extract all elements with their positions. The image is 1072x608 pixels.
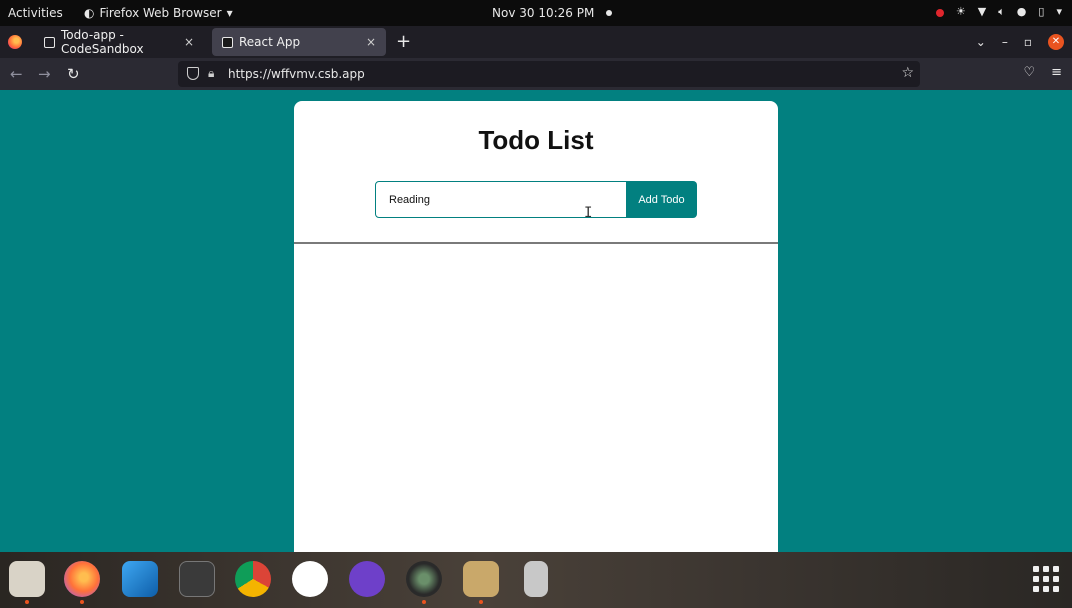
github-desktop-icon[interactable] [349,561,385,597]
dock [0,552,1072,608]
reload-icon[interactable]: ↻ [67,65,80,83]
tab-title: Todo-app - CodeSandbox [61,28,144,56]
firefox-icon[interactable] [64,561,100,597]
new-tab-button[interactable]: + [396,31,411,52]
notification-dot-icon [606,10,613,16]
minimize-icon[interactable]: – [1002,35,1008,49]
system-menu-chevron-icon: ▾ [1056,5,1062,18]
terminal-icon[interactable] [179,561,215,597]
list-all-tabs-icon[interactable]: ⌄ [976,35,986,49]
tab-react-app[interactable]: React App × [212,28,386,56]
pocket-icon[interactable]: ♡ [1023,65,1035,80]
lock-icon[interactable]: 🔒︎ [208,66,214,81]
system-top-bar: Activities ◐ Firefox Web Browser ▾ Nov 3… [0,0,1072,26]
wifi-icon: ▼ [977,5,987,18]
forward-icon[interactable]: → [38,65,51,83]
vscode-icon[interactable] [122,561,158,597]
tab-title: React App [239,35,301,49]
tab-close-icon[interactable]: × [184,35,194,49]
todo-card: Todo List Add Todo I [294,101,778,552]
window-close-icon[interactable]: ✕ [1048,34,1064,50]
running-indicator [422,600,426,604]
running-indicator [25,600,29,604]
chevron-down-icon: ▾ [226,6,233,20]
page-title: Todo List [478,125,594,155]
brightness-icon: ☀ [955,5,966,18]
running-indicator [80,600,84,604]
navigation-bar: ← → ↻ 🔒︎ https://wffvmv.csb.app ☆ ♡ ≡ [0,58,1072,90]
add-todo-button[interactable]: Add Todo [626,181,697,218]
archive-manager-icon[interactable] [463,561,499,597]
tab-strip: Todo-app - CodeSandbox × React App × + ⌄… [0,26,1072,58]
text-editor-icon[interactable] [524,561,548,597]
tracking-protection-shield-icon[interactable] [187,67,199,80]
volume-icon: 🔈︎ [998,5,1005,18]
restore-icon[interactable]: ▫ [1024,35,1032,49]
tab-codesandbox[interactable]: Todo-app - CodeSandbox × [34,28,204,56]
camera-app-icon[interactable] [406,561,442,597]
activities-button[interactable]: Activities [8,6,63,20]
window-controls: ⌄ – ▫ ✕ [976,34,1064,50]
app-menu-label: Firefox Web Browser [99,6,222,20]
app-menu[interactable]: ◐ Firefox Web Browser ▾ [84,6,233,20]
recording-indicator-icon [935,8,944,17]
todo-list [294,244,778,544]
firefox-app-icon: ◐ [84,6,95,20]
clock[interactable]: Nov 30 10:26 PM [492,6,613,20]
battery-icon: ▯ [1038,5,1045,18]
codesandbox-favicon-icon [44,36,55,48]
page-viewport: Todo List Add Todo I [0,90,1072,552]
microphone-icon: ● [1016,5,1027,18]
tab-close-icon[interactable]: × [366,35,376,49]
text-cursor-icon: I [584,205,593,221]
hamburger-menu-icon[interactable]: ≡ [1051,65,1062,80]
address-bar[interactable]: 🔒︎ https://wffvmv.csb.app ☆ [178,61,920,87]
system-tray[interactable]: ☀ ▼ 🔈︎ ● ▯ ▾ [935,5,1062,19]
files-icon[interactable] [9,561,45,597]
url-text[interactable]: https://wffvmv.csb.app [228,67,365,81]
show-applications-icon[interactable] [1033,566,1059,592]
firefox-view-icon[interactable] [8,35,22,49]
react-app-favicon-icon [222,36,233,48]
running-indicator [479,600,483,604]
bookmark-star-icon[interactable]: ☆ [901,65,914,81]
chrome-icon[interactable] [235,561,271,597]
clock-label: Nov 30 10:26 PM [492,6,595,20]
back-icon[interactable]: ← [10,65,23,83]
toolbar-right: ♡ ≡ [1023,65,1062,80]
slack-icon[interactable] [292,561,328,597]
